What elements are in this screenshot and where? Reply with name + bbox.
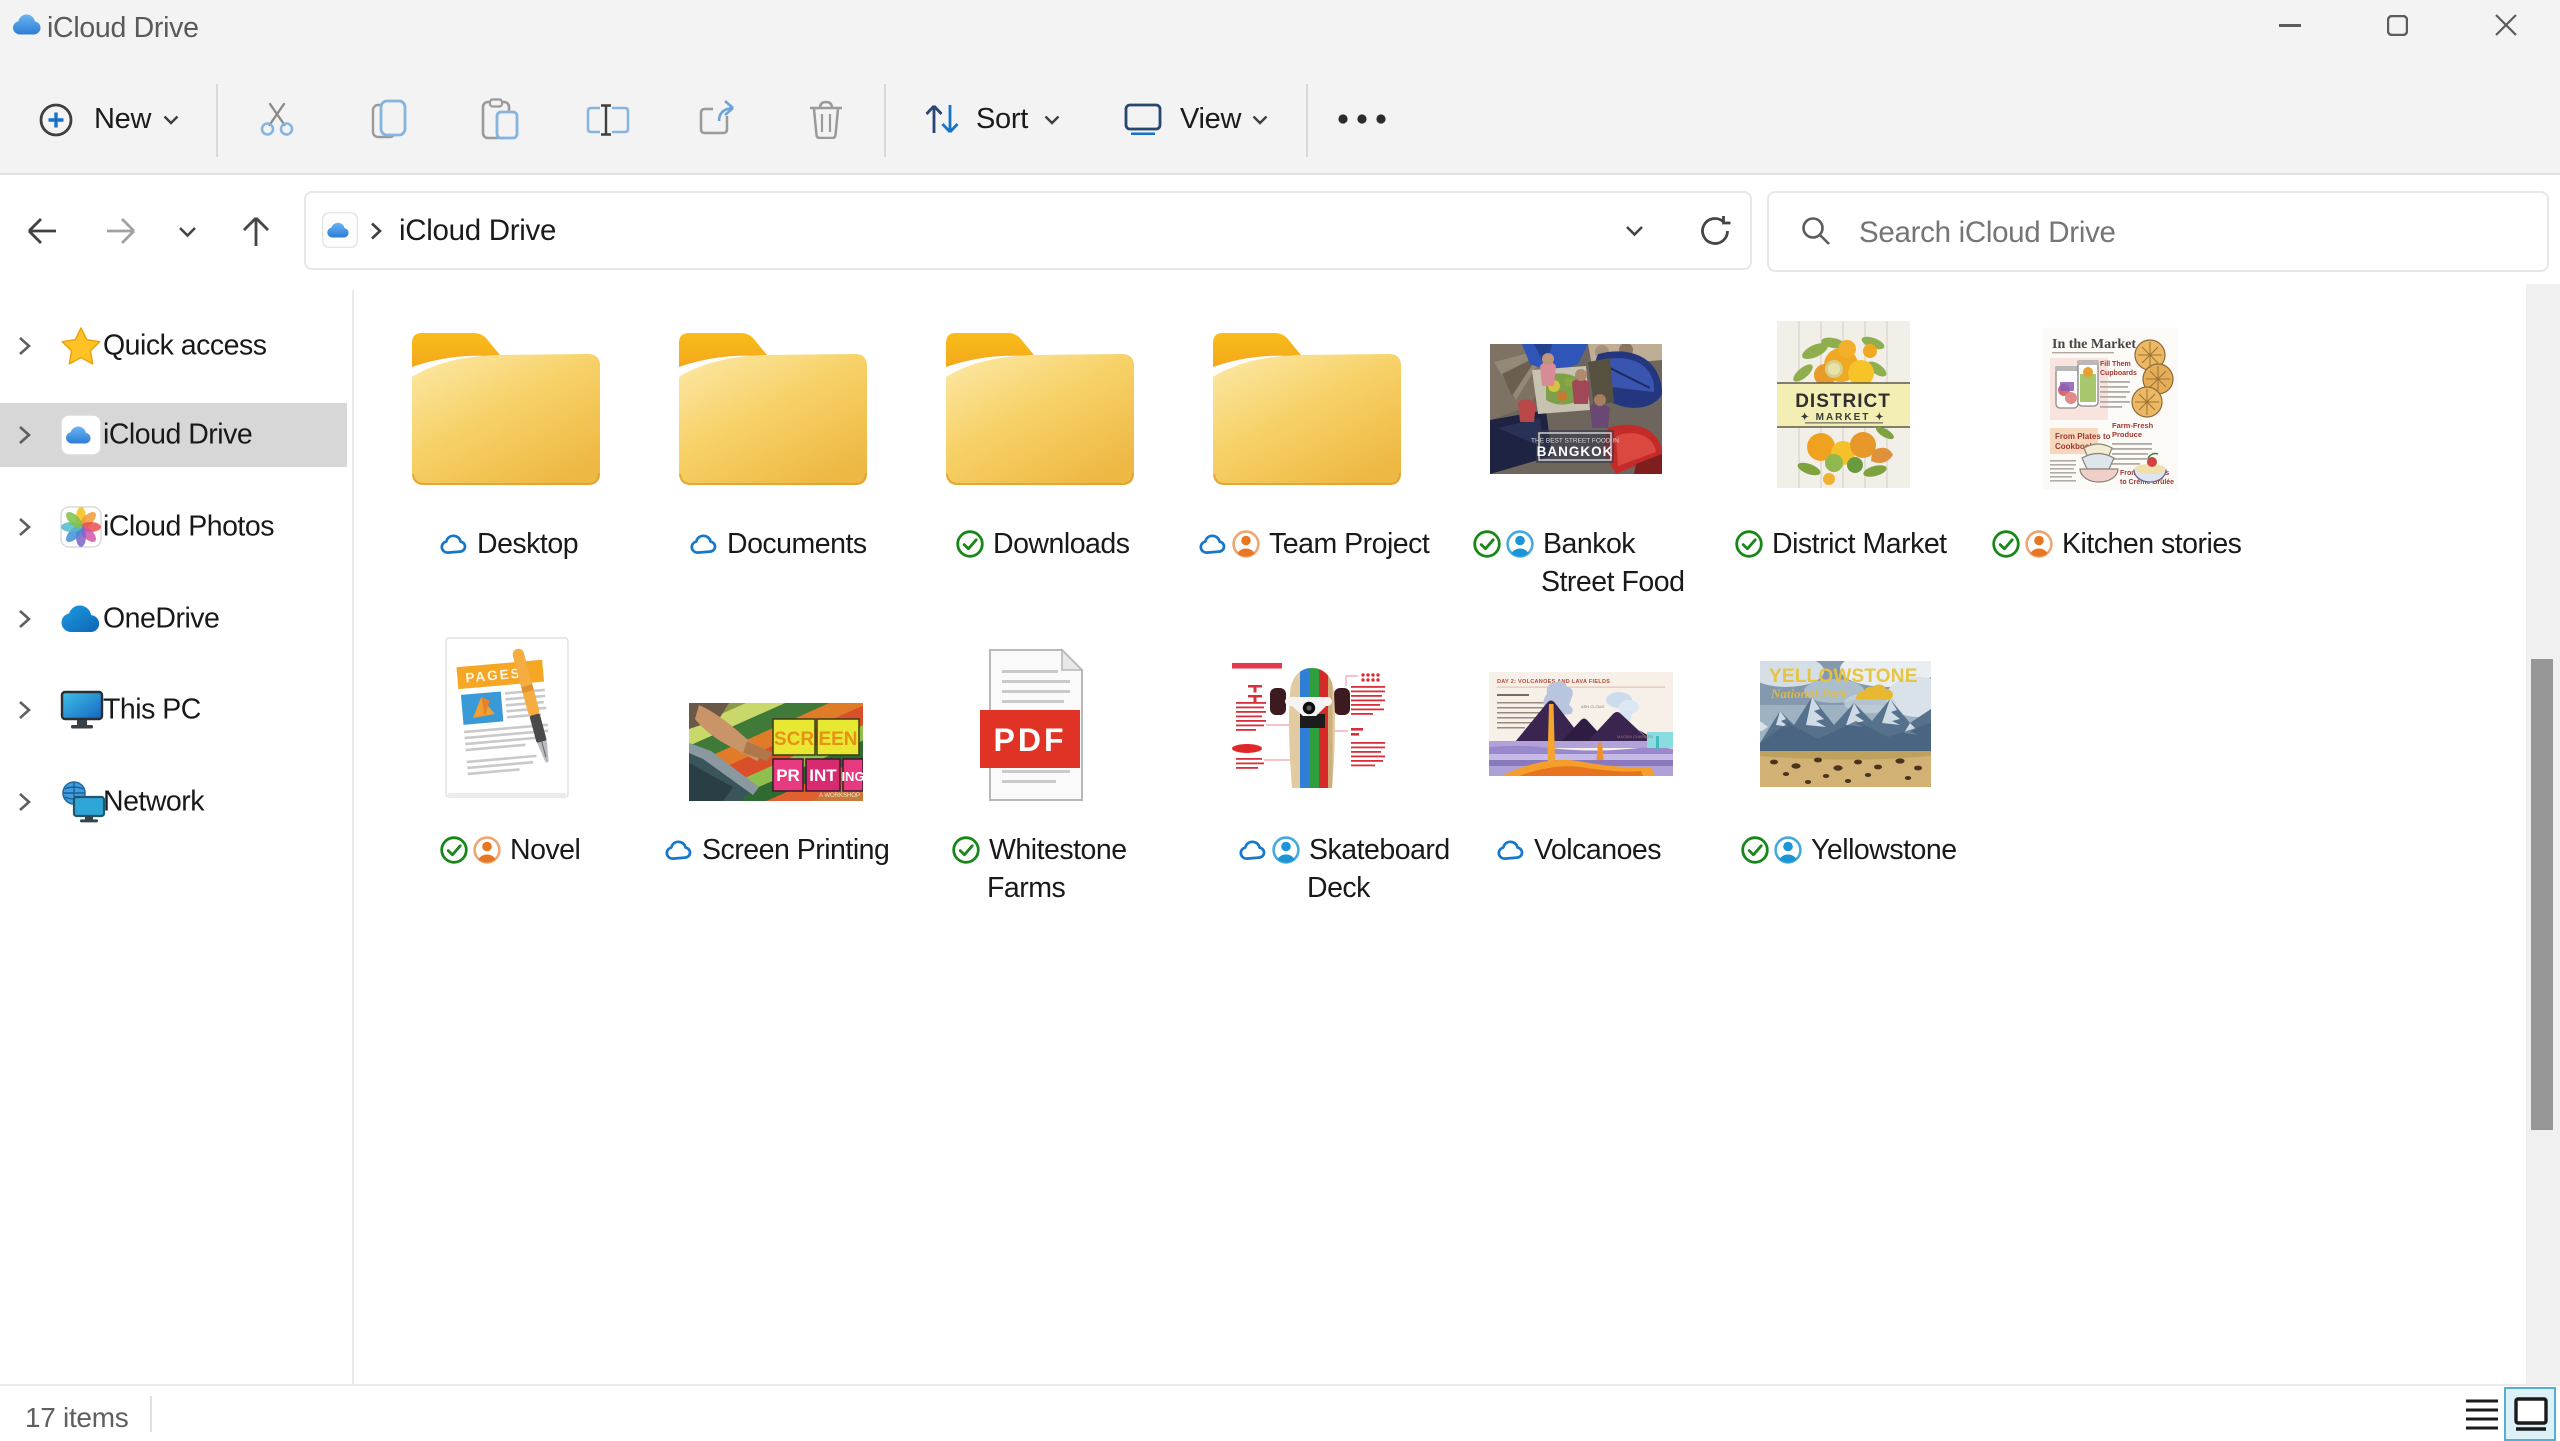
- svg-text:YELLOWSTONE: YELLOWSTONE: [1769, 666, 1918, 687]
- svg-text:MAGMA CHAMBER: MAGMA CHAMBER: [1617, 734, 1653, 739]
- svg-text:In the Market: In the Market: [2052, 337, 2136, 352]
- svg-text:ING: ING: [841, 769, 863, 784]
- svg-text:EEN: EEN: [818, 729, 857, 750]
- svg-text:Farm-Fresh: Farm-Fresh: [2112, 421, 2154, 430]
- svg-text:Produce: Produce: [2112, 430, 2142, 439]
- svg-text:PDF: PDF: [994, 722, 1067, 758]
- svg-text:Fill Them: Fill Them: [2100, 361, 2131, 368]
- svg-text:DISTRICT: DISTRICT: [1795, 391, 1891, 412]
- svg-text:SCR: SCR: [774, 729, 814, 750]
- svg-text:INT: INT: [809, 766, 837, 785]
- svg-text:ASH CLOUD: ASH CLOUD: [1581, 704, 1604, 709]
- svg-text:BANGKOK: BANGKOK: [1537, 444, 1614, 459]
- svg-text:National Park: National Park: [1770, 686, 1848, 701]
- svg-text:A WORKSHOP: A WORKSHOP: [819, 793, 860, 799]
- svg-text:From Plates to: From Plates to: [2055, 432, 2111, 441]
- svg-text:✦ MARKET ✦: ✦ MARKET ✦: [1800, 412, 1885, 423]
- svg-text:PR: PR: [776, 766, 800, 785]
- svg-text:Cupboards: Cupboards: [2100, 370, 2137, 377]
